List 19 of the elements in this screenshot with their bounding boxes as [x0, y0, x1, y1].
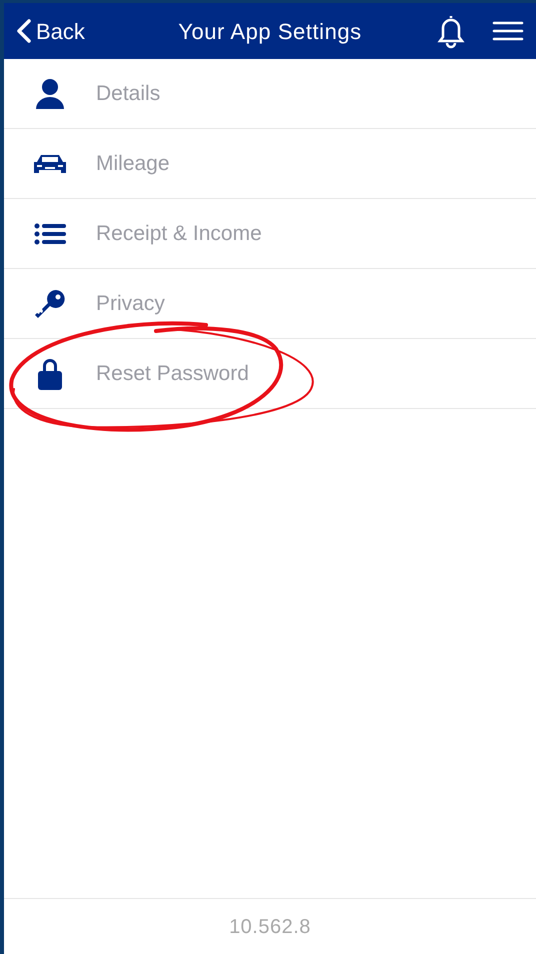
menu-item[interactable]: Mileage — [4, 129, 536, 199]
menu-item-label: Privacy — [96, 290, 165, 317]
menu-item-label: Reset Password — [96, 360, 249, 387]
menu-item-label: Details — [96, 80, 160, 107]
menu-item[interactable]: Reset Password — [4, 339, 536, 409]
menu-item[interactable]: Receipt & Income — [4, 199, 536, 269]
back-button[interactable]: Back — [16, 14, 85, 48]
key-icon — [34, 288, 66, 318]
menu-icon[interactable] — [492, 20, 524, 42]
back-chevron-icon — [16, 18, 32, 44]
list-icon — [34, 222, 66, 244]
person-icon — [35, 78, 65, 110]
version-label: 10.562.8 — [229, 914, 311, 940]
menu-item[interactable]: Details — [4, 59, 536, 129]
menu-item-label: Receipt & Income — [96, 220, 262, 247]
lock-icon — [37, 356, 63, 390]
menu-item[interactable]: Privacy — [4, 269, 536, 339]
window-title: Your App Settings — [178, 18, 362, 46]
menu-item-label: Mileage — [96, 150, 170, 177]
